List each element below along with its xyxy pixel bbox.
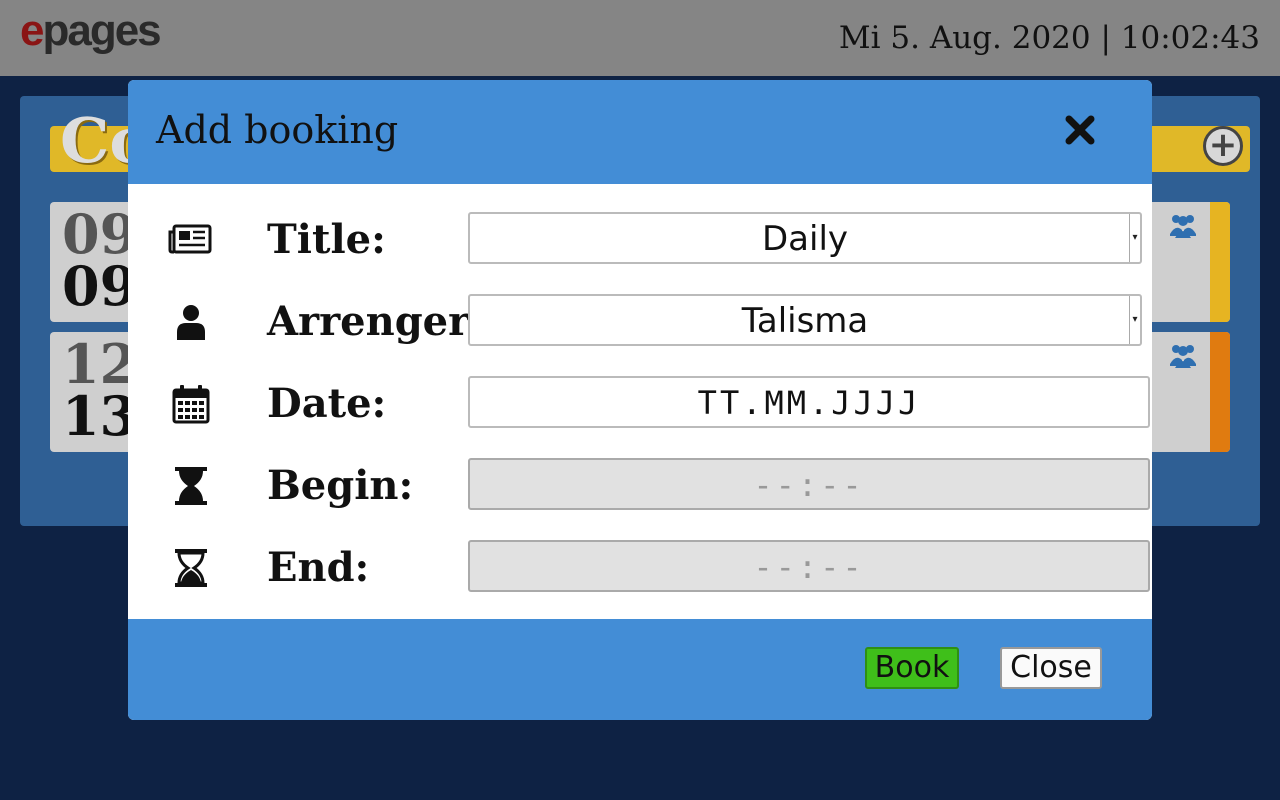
datetime-display: Mi 5. Aug. 2020 | 10:02:43 — [838, 20, 1260, 56]
chevron-down-icon: ▾ — [1129, 214, 1140, 262]
end-label: End: — [267, 544, 370, 591]
dialog-footer: Book Close — [128, 619, 1152, 720]
arranger-select-value: Talisma — [741, 301, 869, 341]
close-icon[interactable] — [1060, 110, 1100, 150]
date-label: Date: — [267, 380, 387, 427]
title-label: Title: — [267, 216, 386, 263]
group-icon — [1170, 215, 1196, 238]
calendar-icon — [172, 385, 210, 424]
arranger-field-row: Arrenger: Talisma ▾ — [128, 294, 1152, 354]
begin-label: Begin: — [267, 462, 414, 509]
newspaper-icon — [168, 224, 212, 254]
book-button[interactable]: Book — [865, 647, 959, 689]
booking-start-time: 09 — [62, 202, 138, 266]
begin-time-input[interactable]: --:-- — [468, 458, 1150, 510]
title-field-row: Title: Daily ▾ — [128, 212, 1152, 272]
dialog-title: Add booking — [156, 108, 399, 152]
title-select-value: Daily — [761, 219, 849, 259]
epages-logo: epages — [20, 6, 162, 56]
logo-letter-e: e — [20, 6, 45, 55]
top-bar: epages Mi 5. Aug. 2020 | 10:02:43 — [0, 0, 1280, 76]
booking-end-time: 09 — [62, 254, 138, 318]
begin-field-row: Begin: --:-- — [128, 458, 1152, 518]
title-select[interactable]: Daily ▾ — [468, 212, 1142, 264]
date-input[interactable]: TT.MM.JJJJ — [468, 376, 1150, 428]
arranger-select[interactable]: Talisma ▾ — [468, 294, 1142, 346]
hourglass-end-icon — [175, 549, 207, 587]
chevron-down-icon: ▾ — [1129, 296, 1140, 344]
hourglass-start-icon — [175, 467, 207, 505]
end-time-input[interactable]: --:-- — [468, 540, 1150, 592]
add-booking-dialog: Add booking Title: Daily ▾ Arrenger: Tal… — [128, 80, 1152, 720]
booking-end-time: 13 — [62, 384, 138, 448]
logo-wordmark: pages — [42, 6, 161, 55]
dialog-header: Add booking — [128, 80, 1152, 184]
end-field-row: End: --:-- — [128, 540, 1152, 600]
add-booking-icon[interactable]: + — [1203, 126, 1243, 166]
group-icon — [1170, 345, 1196, 368]
user-icon — [177, 305, 205, 340]
booking-status-stripe — [1210, 202, 1230, 322]
arranger-label: Arrenger: — [267, 298, 484, 345]
booking-start-time: 12 — [62, 332, 138, 396]
date-field-row: Date: TT.MM.JJJJ — [128, 376, 1152, 436]
close-button[interactable]: Close — [1000, 647, 1102, 689]
booking-status-stripe — [1210, 332, 1230, 452]
